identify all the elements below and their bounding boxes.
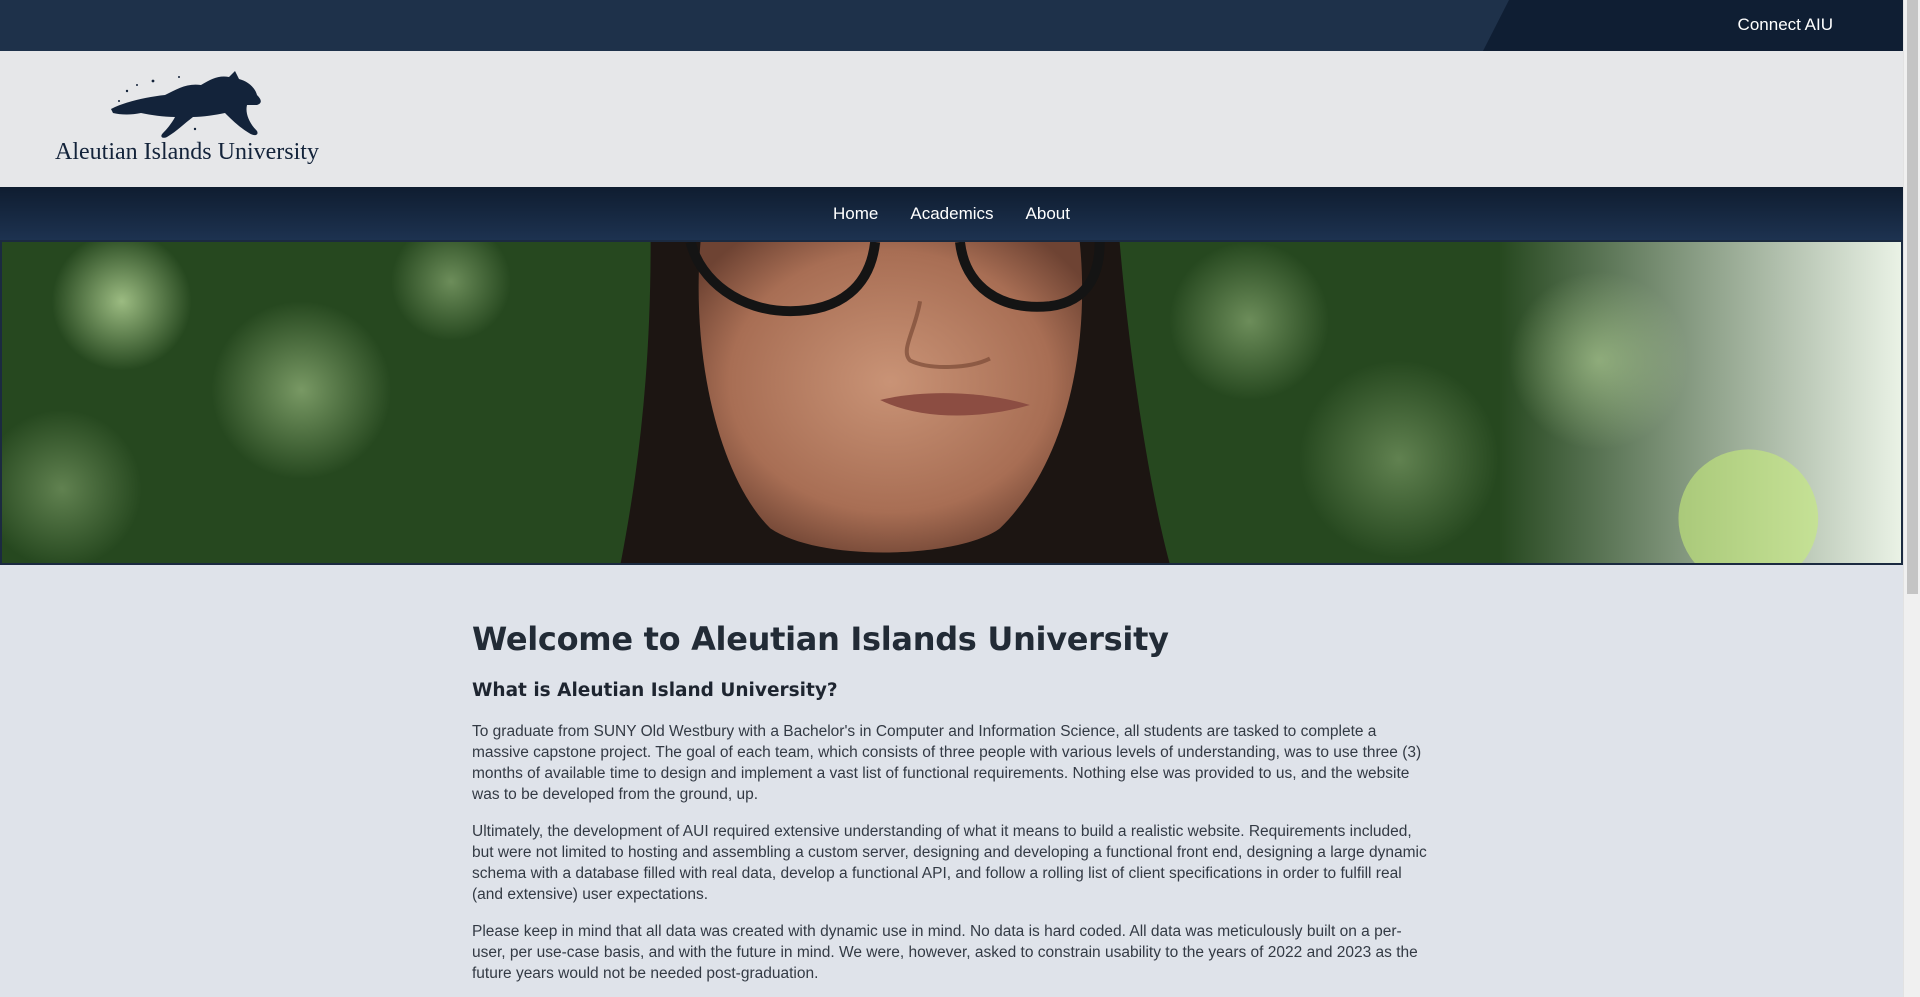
nav-item-home[interactable]: Home: [833, 200, 878, 228]
connect-panel: Connect AIU: [1483, 0, 1903, 51]
site-header: Aleutian Islands University: [0, 51, 1903, 187]
nav-item-academics[interactable]: Academics: [910, 200, 993, 228]
logo-text: Aleutian Islands University: [55, 139, 319, 165]
top-bar: Connect AIU: [0, 0, 1903, 51]
nav-item-about[interactable]: About: [1026, 200, 1070, 228]
section-heading: What is Aleutian Island University?: [472, 680, 838, 701]
student-portrait-photo: [2, 242, 1901, 563]
paragraph-1: To graduate from SUNY Old Westbury with …: [472, 723, 1422, 803]
scrollbar-thumb[interactable]: [1907, 0, 1918, 594]
university-logo[interactable]: Aleutian Islands University: [55, 71, 325, 171]
paragraph-2: Ultimately, the development of AUI requi…: [472, 823, 1427, 903]
connect-aiu-link[interactable]: Connect AIU: [1738, 15, 1833, 35]
main-nav: Home Academics About: [0, 187, 1903, 240]
main-content: Welcome to Aleutian Islands University W…: [472, 620, 1432, 997]
paragraph-3: Please keep in mind that all data was cr…: [472, 923, 1418, 982]
page: Connect AIU Aleutian Islands University …: [0, 0, 1903, 997]
vertical-scrollbar[interactable]: [1903, 0, 1920, 997]
hero-image: [0, 240, 1903, 565]
page-title: Welcome to Aleutian Islands University: [472, 620, 1169, 658]
wolf-icon: [111, 71, 261, 138]
